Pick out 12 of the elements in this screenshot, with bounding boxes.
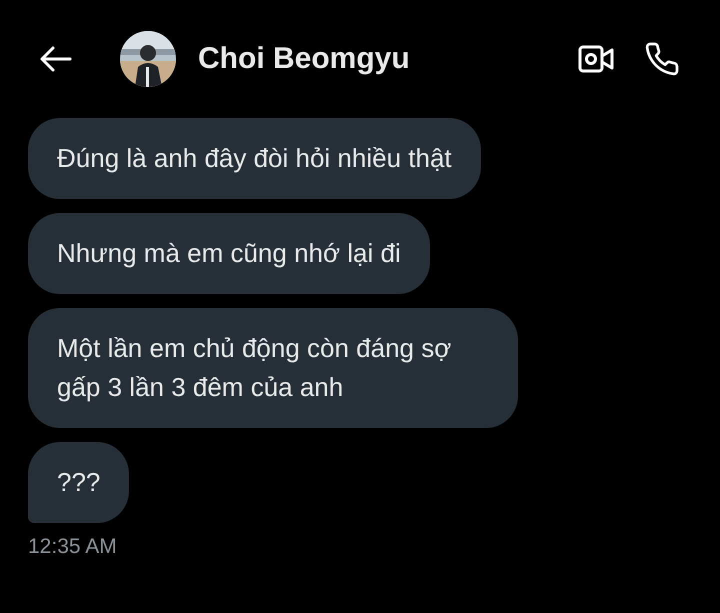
phone-icon [644,41,680,77]
back-button[interactable] [40,45,72,73]
video-camera-icon [578,45,614,73]
message-bubble: Nhưng mà em cũng nhớ lại đi [28,213,430,294]
message-bubble: Đúng là anh đây đòi hỏi nhiều thật [28,118,481,199]
voice-call-button[interactable] [644,41,680,77]
message-bubble: ??? [28,442,130,523]
contact-name: Choi Beomgyu [198,42,411,76]
message-bubble: Một lần em chủ động còn đáng sợ gấp 3 lần 3 đêm của anh [28,308,518,428]
video-call-button[interactable] [578,45,614,73]
back-arrow-icon [40,45,72,73]
message-timestamp: 12:35 AM [27,534,118,559]
